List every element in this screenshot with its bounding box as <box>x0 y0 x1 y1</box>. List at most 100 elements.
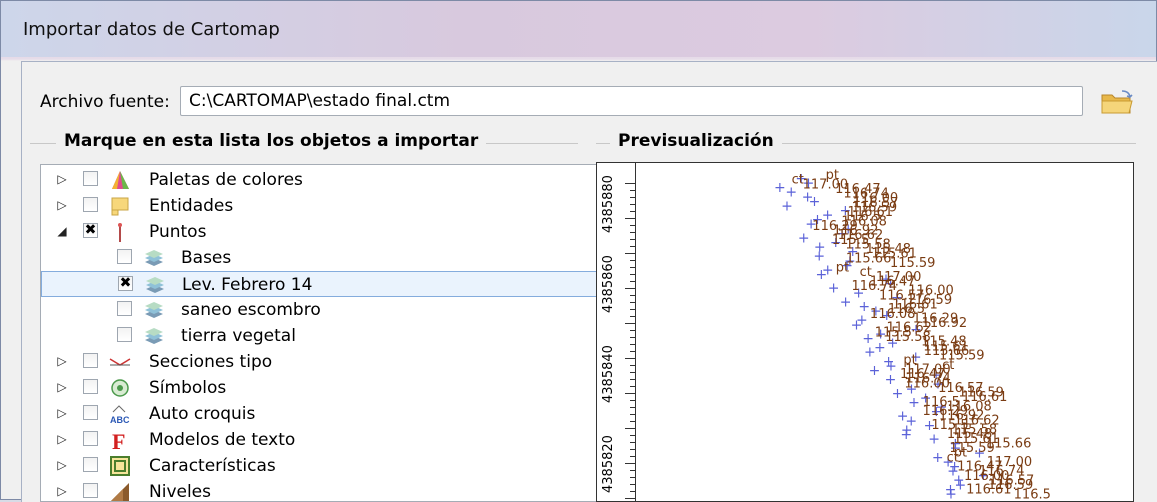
expand-arrow-icon[interactable]: ▷ <box>55 406 69 420</box>
tree-item-checkbox[interactable] <box>83 379 98 394</box>
tree-item-checkbox[interactable] <box>117 249 132 264</box>
y-tick <box>630 190 635 191</box>
y-tick <box>625 358 635 359</box>
y-tick <box>630 456 635 457</box>
entities-icon <box>109 195 131 217</box>
expand-arrow-icon[interactable]: ▷ <box>55 354 69 368</box>
y-tick <box>630 225 635 226</box>
layer-icon <box>144 274 166 296</box>
layer-icon <box>143 299 165 321</box>
tree-item-checkbox[interactable]: ✖ <box>83 223 98 238</box>
source-file-input[interactable] <box>180 86 1083 116</box>
tree-item-label: Características <box>149 456 276 476</box>
tree-item[interactable]: ▷ Secciones tipo <box>41 349 597 375</box>
expand-arrow-icon[interactable]: ▷ <box>55 432 69 446</box>
y-tick <box>630 477 635 478</box>
expand-arrow-icon[interactable]: ▷ <box>55 172 69 186</box>
point-marker: + <box>798 230 810 246</box>
y-tick <box>625 253 635 254</box>
tree-item-checkbox[interactable] <box>83 171 98 186</box>
layer-icon <box>143 325 165 347</box>
y-tick <box>630 435 635 436</box>
point-marker: + <box>774 180 786 196</box>
tree-item-label: Niveles <box>149 482 211 502</box>
tree-item-checkbox[interactable] <box>83 353 98 368</box>
layer-icon <box>143 247 165 269</box>
point-marker: + <box>851 317 863 333</box>
tree-item[interactable]: ▷ ABC Auto croquis <box>41 401 597 427</box>
y-tick-label: 4385880 <box>601 175 616 233</box>
y-tick <box>630 197 635 198</box>
tree-item[interactable]: saneo escombro <box>41 297 597 323</box>
preview-plot: +++ + +++ ++++ +++ ++ ++ ++++ +++ + ++ + + +++ +++ +++ +… <box>774 168 1051 501</box>
import-dialog: Importar datos de Cartomap Archivo fuent… <box>0 0 1157 502</box>
tree-item-label: Símbolos <box>149 378 227 398</box>
tree-item-checkbox[interactable] <box>83 197 98 212</box>
tree-item[interactable]: ▷ Características <box>41 453 597 479</box>
y-tick <box>625 498 635 499</box>
y-tick <box>630 309 635 310</box>
tree-item[interactable]: ▷ Paletas de colores <box>41 167 597 193</box>
expand-arrow-icon[interactable]: ▷ <box>55 484 69 498</box>
tree-item[interactable]: ▷ F Modelos de texto <box>41 427 597 454</box>
objects-tree[interactable]: ▷ Paletas de colores ▷ Entidades ◢ ✖ Puntos Bas… <box>40 164 598 502</box>
tree-item-checkbox[interactable] <box>83 483 98 498</box>
y-tick <box>625 463 635 464</box>
y-tick <box>625 428 635 429</box>
tree-item[interactable]: ▷ Símbolos <box>41 375 597 401</box>
point-marker: + <box>908 395 920 411</box>
point-marker: + <box>828 281 840 297</box>
expand-arrow-icon[interactable]: ▷ <box>55 380 69 394</box>
expand-arrow-icon[interactable]: ▷ <box>55 198 69 212</box>
y-tick <box>630 449 635 450</box>
tree-item[interactable]: ▷ Niveles <box>41 479 597 502</box>
y-tick <box>630 316 635 317</box>
y-tick <box>630 260 635 261</box>
y-tick <box>630 267 635 268</box>
tree-item[interactable]: ✖ Lev. Febrero 14 <box>41 271 597 297</box>
y-tick <box>630 386 635 387</box>
y-tick <box>625 288 635 289</box>
svg-text:F: F <box>112 429 125 451</box>
tree-item-checkbox[interactable] <box>83 457 98 472</box>
y-tick <box>630 491 635 492</box>
y-tick <box>630 281 635 282</box>
y-tick <box>630 407 635 408</box>
tree-item-checkbox[interactable] <box>83 405 98 420</box>
tree-item-label: Auto croquis <box>149 404 256 424</box>
tree-item[interactable]: ◢ ✖ Puntos <box>41 219 597 245</box>
expand-arrow-icon[interactable]: ▷ <box>55 458 69 472</box>
tree-item[interactable]: ▷ Entidades <box>41 193 597 219</box>
point-icon <box>109 221 131 243</box>
tree-item-label: Entidades <box>149 196 234 216</box>
point-marker: + <box>900 427 912 443</box>
tree-item-label: tierra vegetal <box>181 326 296 346</box>
list-group-title: Marque en esta lista los objetos a impor… <box>56 131 487 151</box>
y-tick <box>630 274 635 275</box>
title-bar[interactable]: Importar datos de Cartomap <box>1 1 1156 57</box>
tree-item-checkbox[interactable] <box>83 431 98 446</box>
y-tick <box>630 232 635 233</box>
tree-item-checkbox[interactable] <box>117 327 132 342</box>
collapse-arrow-icon[interactable]: ◢ <box>55 224 69 238</box>
symbol-icon <box>109 377 131 399</box>
tree-item-checkbox[interactable]: ✖ <box>118 276 133 291</box>
y-tick <box>630 295 635 296</box>
tree-item[interactable]: tierra vegetal <box>41 323 597 349</box>
y-tick <box>630 344 635 345</box>
dialog-client: Archivo fuente: Marque en esta lista los… <box>21 61 1157 502</box>
point-marker: + <box>809 194 821 210</box>
tree-item[interactable]: Bases <box>41 245 597 271</box>
y-tick <box>630 211 635 212</box>
tree-item-checkbox[interactable] <box>117 301 132 316</box>
y-tick <box>625 393 635 394</box>
browse-folder-button[interactable] <box>1100 88 1134 116</box>
point-label: 115.59 <box>890 256 936 271</box>
point-label: 116.61 <box>966 483 1012 498</box>
point-marker: + <box>781 198 793 214</box>
y-tick <box>630 442 635 443</box>
y-tick-label: 4385840 <box>601 345 616 403</box>
y-tick <box>630 365 635 366</box>
preview-group-title: Previsualización <box>610 131 782 151</box>
y-tick <box>630 414 635 415</box>
